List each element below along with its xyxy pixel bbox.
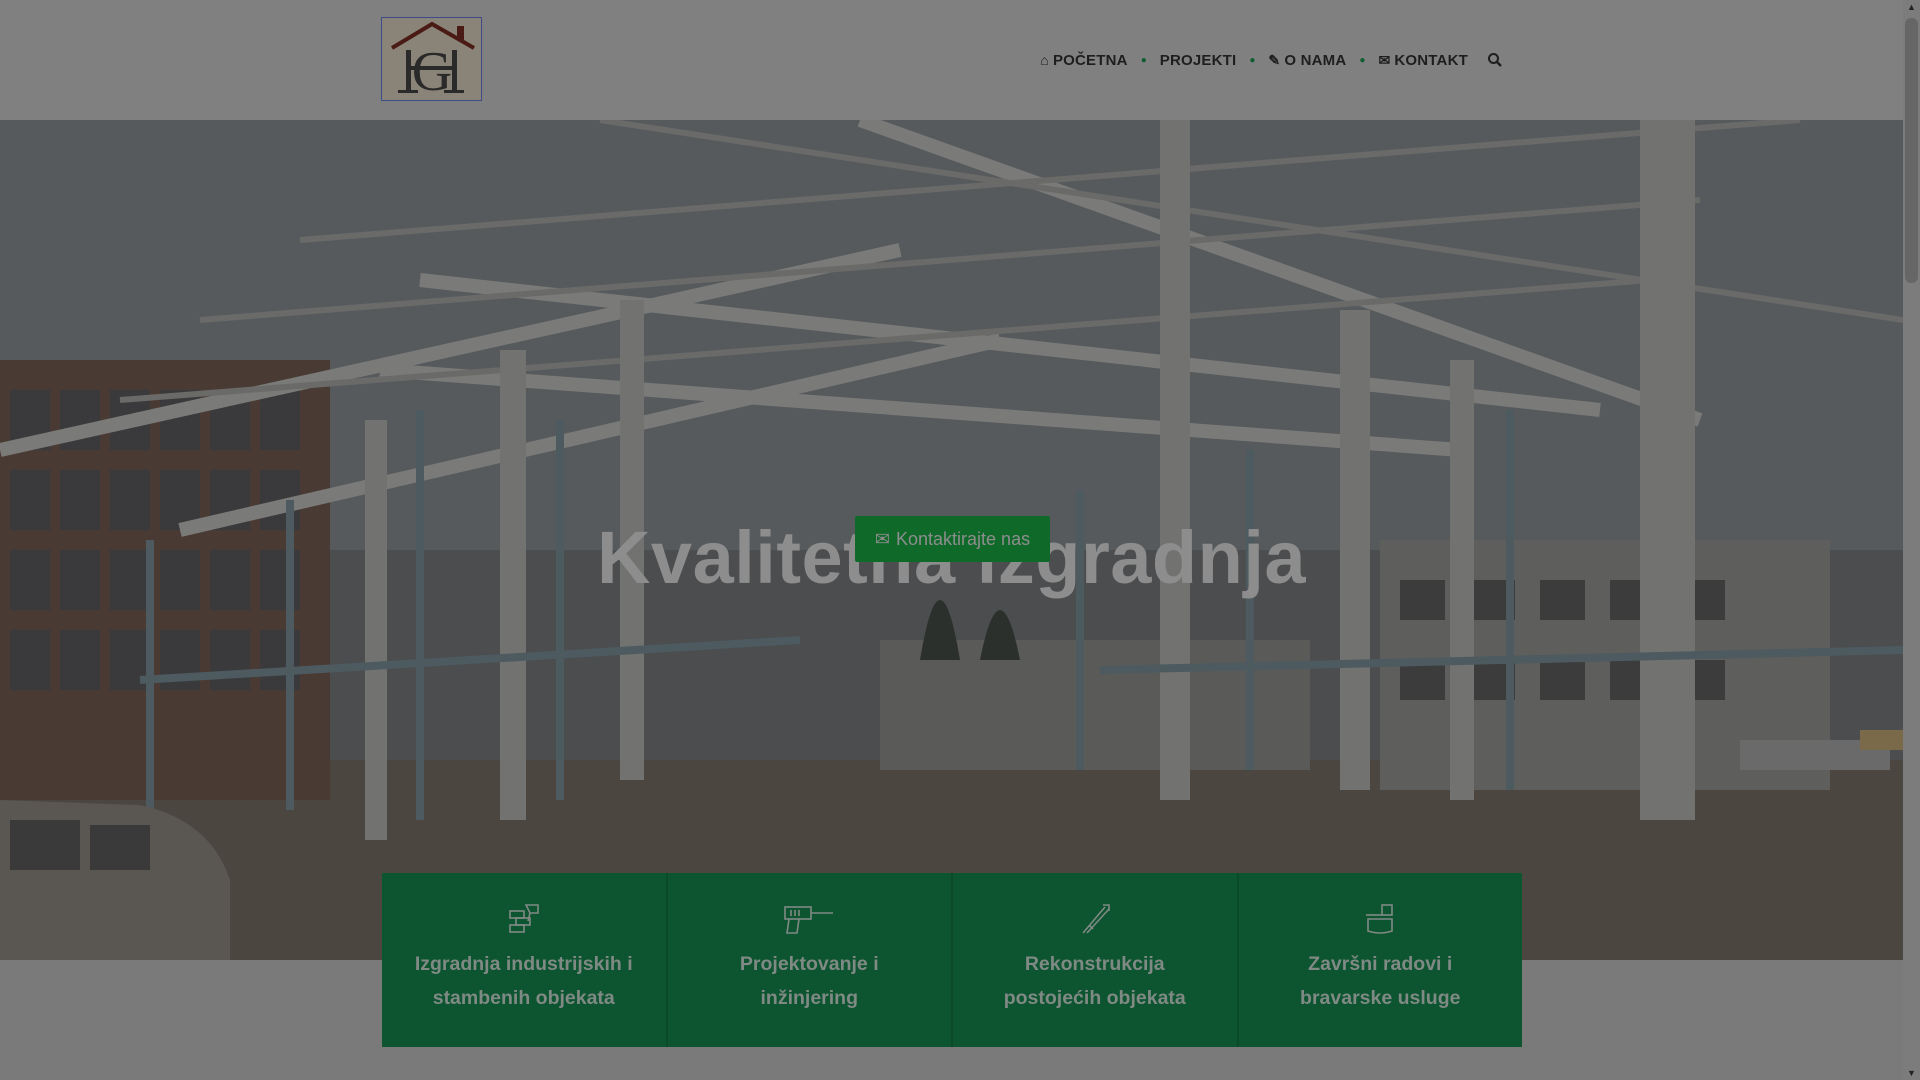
tools-icon [1082, 904, 1110, 934]
nav-separator: ● [1359, 54, 1366, 66]
hero-banner: Kvalitetna izgradnja ✉ Kontaktirajte nas [0, 120, 1903, 960]
service-item-construction[interactable]: Izgradnja industrijskih i stambenih obje… [382, 873, 668, 1047]
bricks-trowel-icon [508, 904, 539, 933]
nav-separator: ● [1249, 54, 1256, 66]
nav-item-kontakt[interactable]: ✉ KONTAKT [1378, 52, 1468, 69]
service-label: Završni radovi i bravarske usluge [1300, 953, 1461, 1009]
nav-label: KONTAKT [1394, 51, 1468, 69]
nav-label: O NAMA [1284, 51, 1347, 69]
nav-label: POČETNA [1052, 51, 1128, 69]
nav-label: PROJEKTI [1159, 51, 1237, 69]
page-scrollbar[interactable]: ▲ ▼ [1903, 0, 1920, 1080]
service-item-reconstruction[interactable]: Rekonstrukcija postojećih objekata [953, 873, 1239, 1047]
scroll-up-arrow-icon[interactable]: ▲ [1907, 2, 1916, 12]
nav-item-o-nama[interactable]: ✎ O NAMA [1268, 52, 1346, 69]
services-strip: Izgradnja industrijskih i stambenih obje… [382, 873, 1522, 1047]
nav-separator: ● [1140, 54, 1147, 66]
envelope-icon: ✉ [1378, 51, 1391, 68]
service-label: Izgradnja industrijskih i stambenih obje… [414, 953, 633, 1009]
main-nav: ⌂ POČETNA ● PROJEKTI ● ✎ O NAMA ● ✉ KONT… [1040, 0, 1503, 120]
contact-us-label: Kontaktirajte nas [896, 528, 1031, 549]
service-label: Rekonstrukcija postojećih objekata [1003, 953, 1186, 1009]
service-item-design[interactable]: Projektovanje i inžinjering [668, 873, 953, 1047]
nav-item-projekti[interactable]: PROJEKTI [1160, 52, 1237, 69]
nav-item-pocetna[interactable]: ⌂ POČETNA [1040, 52, 1127, 69]
service-label: Projektovanje i inžinjering [739, 953, 879, 1009]
edit-icon: ✎ [1268, 51, 1281, 68]
search-icon[interactable] [1487, 52, 1503, 68]
home-icon: ⌂ [1040, 52, 1049, 68]
service-item-finishing[interactable]: Završni radovi i bravarske usluge [1239, 873, 1523, 1047]
site-logo[interactable]: G [381, 17, 482, 103]
scrollbar-thumb[interactable] [1905, 18, 1918, 283]
paint-roller-icon [1366, 904, 1394, 934]
scroll-down-arrow-icon[interactable]: ▼ [1907, 1068, 1916, 1078]
contact-us-button[interactable]: ✉ Kontaktirajte nas [855, 516, 1050, 562]
envelope-icon: ✉ [874, 528, 890, 549]
site-header: G ⌂ POČETNA ● PROJEKTI ● ✎ O NAMA ● ✉ KO… [0, 0, 1903, 120]
drill-icon [784, 906, 834, 934]
